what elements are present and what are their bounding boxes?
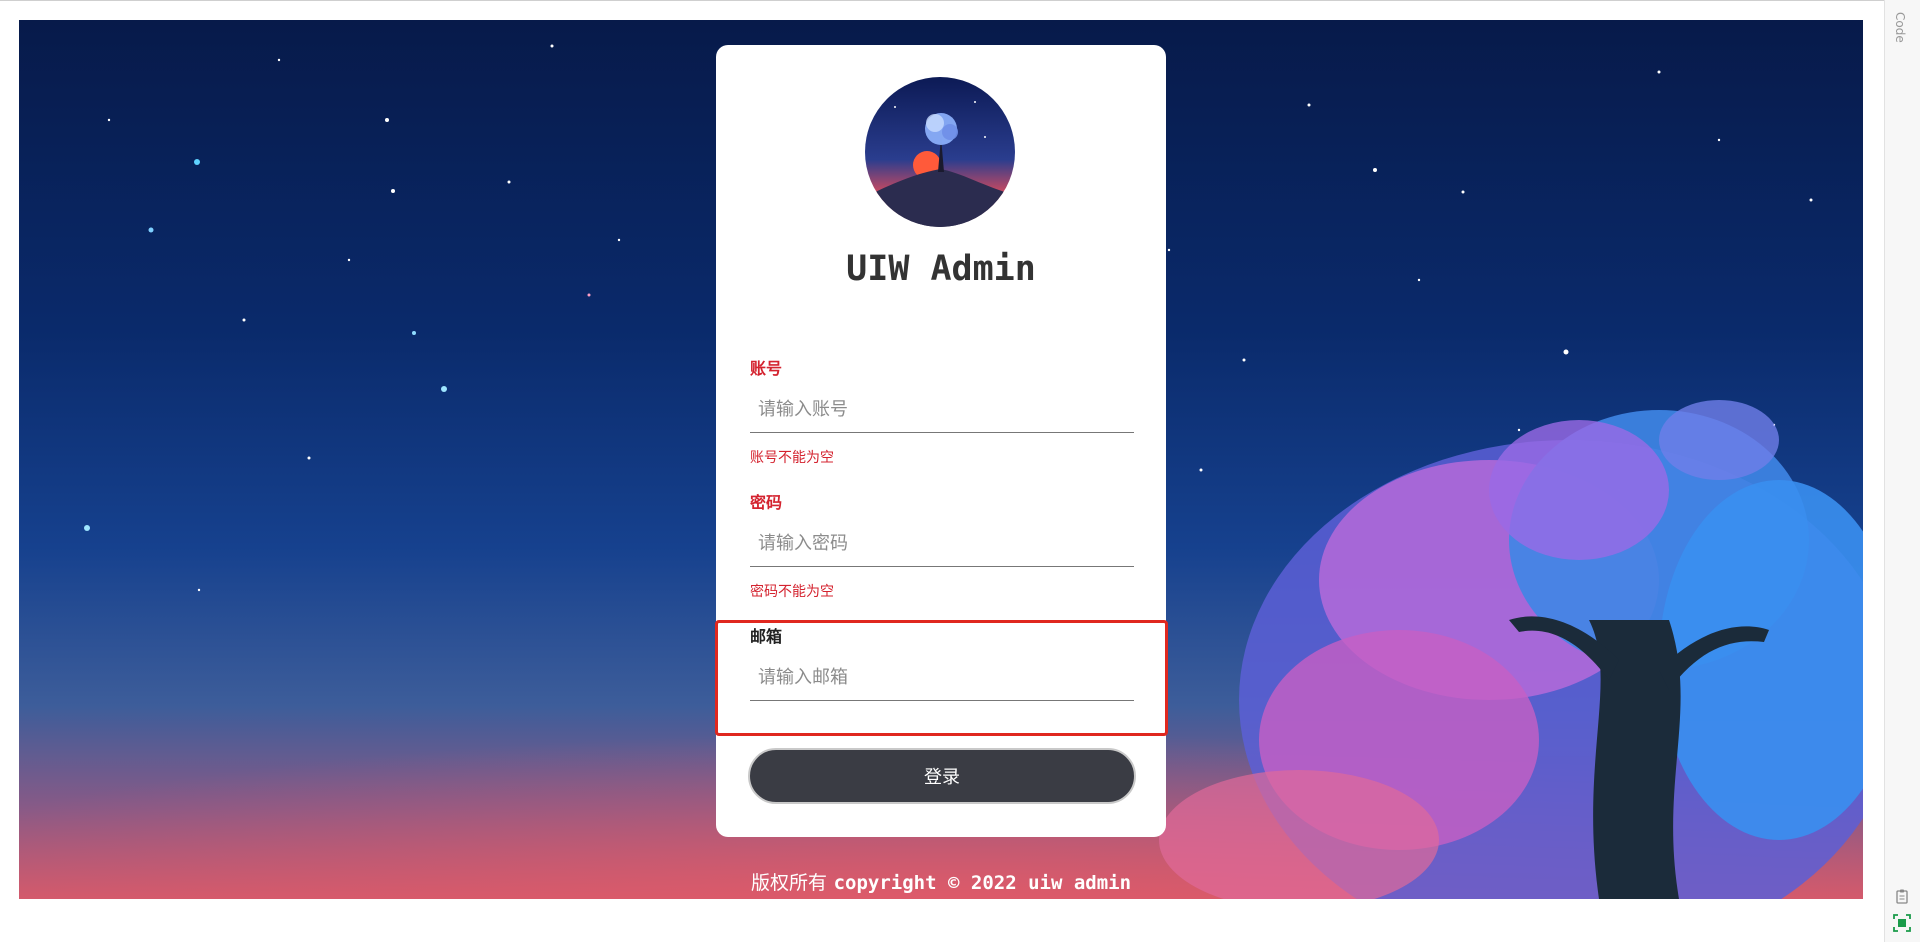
clipboard-icon[interactable] xyxy=(1894,888,1910,904)
copyright-footer: 版权所有 copyright © 2022 uiw admin xyxy=(716,868,1166,895)
account-error: 账号不能为空 xyxy=(750,450,834,466)
account-label: 账号 xyxy=(750,359,783,378)
code-panel-tab[interactable]: Code xyxy=(1893,12,1907,43)
password-error: 密码不能为空 xyxy=(750,584,834,600)
side-panel xyxy=(1884,0,1920,942)
copyright-prefix: 版权所有 xyxy=(750,872,827,894)
login-button[interactable]: 登录 xyxy=(748,748,1136,804)
copyright-text: copyright © 2022 uiw admin xyxy=(833,872,1132,894)
email-field-highlight xyxy=(715,620,1168,736)
account-input[interactable] xyxy=(750,387,1134,433)
page: UIW Admin 账号 账号不能为空 密码 密码不能为空 邮箱 登录 版权所有… xyxy=(0,0,1920,942)
top-border xyxy=(0,0,1884,1)
screenshot-icon[interactable] xyxy=(1893,914,1911,932)
password-label: 密码 xyxy=(750,493,783,512)
page-title: UIW Admin xyxy=(846,249,1036,289)
avatar xyxy=(865,77,1015,227)
password-input[interactable] xyxy=(750,521,1134,567)
